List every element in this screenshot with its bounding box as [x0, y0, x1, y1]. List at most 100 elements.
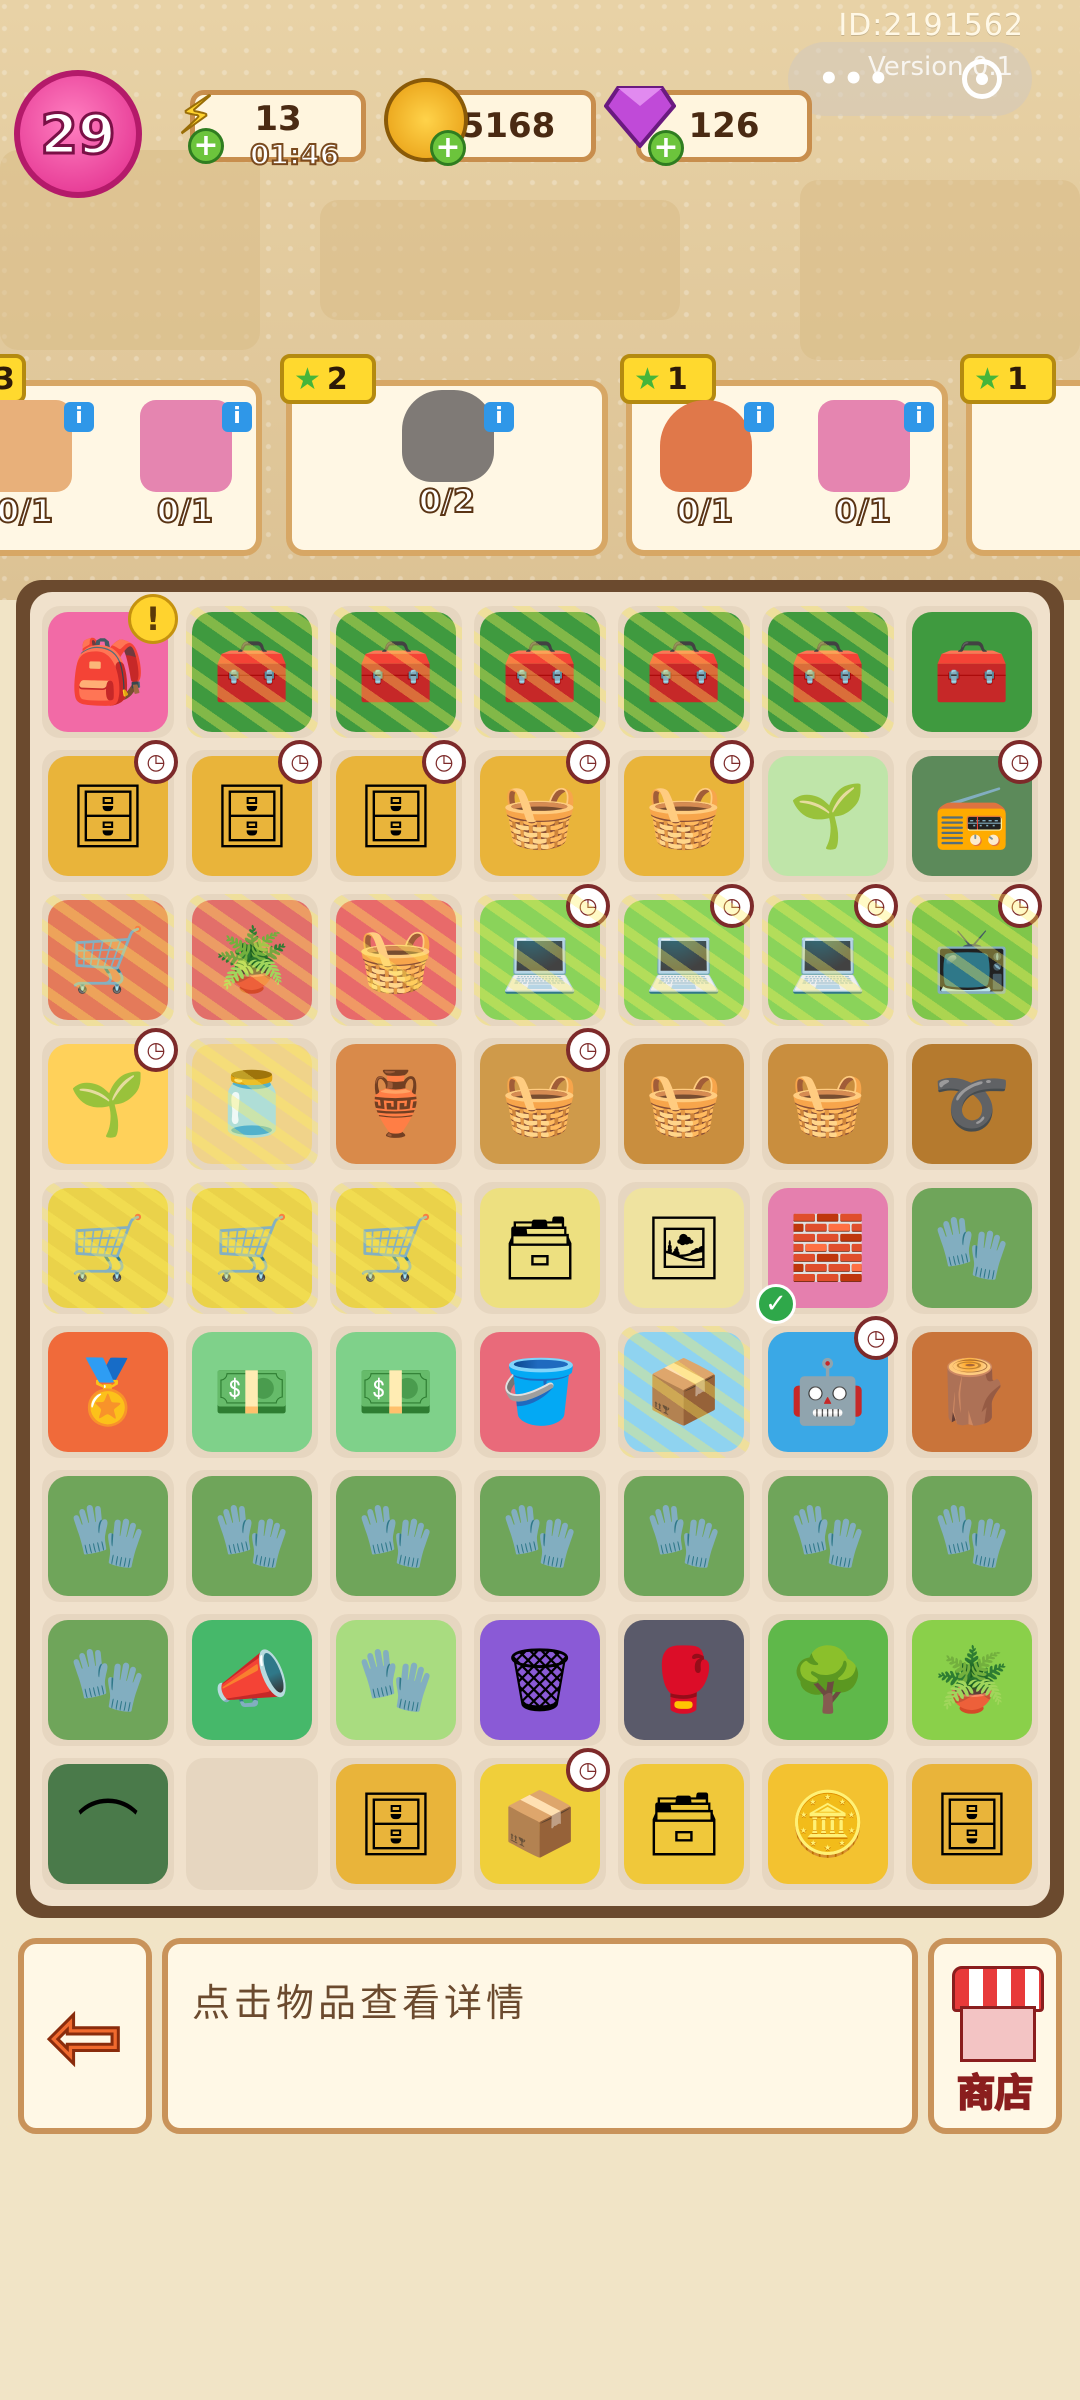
board-cell[interactable]: 🗄 ◷	[42, 740, 178, 882]
board-cell[interactable]: 🧺	[618, 1038, 750, 1170]
board-cell[interactable]: 🧺	[330, 894, 462, 1026]
board-cell[interactable]: 🛒	[186, 1182, 318, 1314]
board-cell[interactable]: 🧰	[906, 606, 1038, 738]
board-cell[interactable]: 🪴	[906, 1614, 1038, 1746]
garden-glove-icon[interactable]: 🧤	[912, 1188, 1032, 1308]
board-cell[interactable]: 🧤	[330, 1470, 462, 1602]
board-cell[interactable]: 🏺	[330, 1038, 462, 1170]
board-cell[interactable]: 🧤	[906, 1182, 1038, 1314]
light-glove-icon[interactable]: 🧤	[336, 1620, 456, 1740]
tool-basket-icon[interactable]: 🧺	[336, 900, 456, 1020]
board-cell[interactable]: 🧤	[186, 1470, 318, 1602]
board-cell[interactable]: 🧰	[474, 606, 606, 738]
garden-glove-icon[interactable]: 🧤	[48, 1476, 168, 1596]
garden-glove-icon[interactable]: 🧤	[336, 1476, 456, 1596]
board-cell[interactable]: 🗃	[474, 1182, 606, 1314]
board-cell[interactable]: ⌒	[42, 1758, 174, 1890]
board-cell[interactable]: 🧺 ◷	[474, 1028, 610, 1170]
board-cell[interactable]: 🧱 ✓	[756, 1182, 894, 1324]
board-cell[interactable]: 🤖 ◷	[762, 1316, 898, 1458]
board-cell[interactable]: 🪴	[186, 894, 318, 1026]
flower-pot-tools-icon[interactable]: 🪴	[192, 900, 312, 1020]
garden-glove-icon[interactable]: 🧤	[768, 1476, 888, 1596]
cash-stack-icon[interactable]: 💵	[336, 1332, 456, 1452]
board-cell[interactable]: 🧺 ◷	[618, 740, 754, 882]
tool-cart-icon[interactable]: 🛒	[192, 1188, 312, 1308]
board-cell[interactable]: 🖼	[618, 1182, 750, 1314]
board-cell[interactable]: 🧤	[474, 1470, 606, 1602]
add-energy-icon[interactable]: +	[188, 128, 224, 164]
board-cell[interactable]: 📺 ◷	[906, 884, 1042, 1026]
shop-button[interactable]: 商店	[928, 1938, 1062, 2134]
board-cell[interactable]: 🪵	[906, 1326, 1038, 1458]
yellow-drawer-icon[interactable]: 🗃	[624, 1764, 744, 1884]
empty-board-cell[interactable]	[186, 1758, 318, 1890]
board-cell[interactable]: 💵	[186, 1326, 318, 1458]
picture-frame-icon[interactable]: 🖼	[624, 1188, 744, 1308]
board-cell[interactable]: 🗄 ◷	[186, 740, 322, 882]
blue-box-icon[interactable]: 📦	[624, 1332, 744, 1452]
order-3-item-2[interactable]: 0/1	[808, 400, 918, 531]
board-cell[interactable]: 🛒	[42, 1182, 174, 1314]
laptop-icon[interactable]: 💻	[768, 900, 888, 1020]
board-cell[interactable]: 💻 ◷	[618, 884, 754, 1026]
board-cell[interactable]: 🗃	[618, 1758, 750, 1890]
add-gems-icon[interactable]: +	[648, 130, 684, 166]
tree-stump-icon[interactable]: 🪵	[912, 1332, 1032, 1452]
green-toolbox-icon[interactable]: 🧰	[480, 612, 600, 732]
board-cell[interactable]: 🧤	[42, 1470, 174, 1602]
green-toolbox-icon[interactable]: 🧰	[624, 612, 744, 732]
rope-coil-icon[interactable]: ➰	[912, 1044, 1032, 1164]
yellow-tray-icon[interactable]: 🗃	[480, 1188, 600, 1308]
board-cell[interactable]: 🌳	[762, 1614, 894, 1746]
green-toolbox-icon[interactable]: 🧰	[768, 612, 888, 732]
info-icon[interactable]: i	[904, 402, 934, 432]
tool-cart-icon[interactable]: 🛒	[336, 1188, 456, 1308]
cash-stack-icon[interactable]: 💵	[192, 1332, 312, 1452]
garden-glove-icon[interactable]: 🧤	[192, 1476, 312, 1596]
order-card-4[interactable]	[966, 380, 1080, 556]
board-cell[interactable]: 🧺	[762, 1038, 894, 1170]
board-cell[interactable]: 🧤	[42, 1614, 174, 1746]
board-cell[interactable]: 📣	[186, 1614, 318, 1746]
board-cell[interactable]: 🧰	[186, 606, 318, 738]
board-cell[interactable]: 📻 ◷	[906, 740, 1042, 882]
board-cell[interactable]: 🧤	[618, 1470, 750, 1602]
board-cell[interactable]: 🏅	[42, 1326, 174, 1458]
board-cell[interactable]: 🧰	[330, 606, 462, 738]
board-cell[interactable]: ➰	[906, 1038, 1038, 1170]
green-toolbox-icon[interactable]: 🧰	[912, 612, 1032, 732]
board-cell[interactable]: 🧤	[906, 1470, 1038, 1602]
garden-glove-icon[interactable]: 🧤	[480, 1476, 600, 1596]
board-cell[interactable]: 🌱	[762, 750, 894, 882]
level-badge[interactable]: 29	[14, 70, 142, 198]
wicker-basket-icon[interactable]: 🧺	[768, 1044, 888, 1164]
board-cell[interactable]: 🛒	[42, 894, 174, 1026]
board-cell[interactable]: 🥊	[618, 1614, 750, 1746]
drawer-cabinet-icon[interactable]: 🗄	[336, 1764, 456, 1884]
tool-cart-icon[interactable]: 🛒	[48, 1188, 168, 1308]
green-toolbox-icon[interactable]: 🧰	[336, 612, 456, 732]
board-cell[interactable]: 🫙	[186, 1038, 318, 1170]
exit-button[interactable]: ⇦	[18, 1938, 152, 2134]
board-cell[interactable]: 🧰	[762, 606, 894, 738]
board-cell[interactable]: 💻 ◷	[474, 884, 610, 1026]
board-cell[interactable]: 💵	[330, 1326, 462, 1458]
board-cell[interactable]: 🗑	[474, 1614, 606, 1746]
medal-badge-icon[interactable]: 🏅	[48, 1332, 168, 1452]
glass-jar-icon[interactable]: 🫙	[192, 1044, 312, 1164]
seed-packet-icon[interactable]: 🌱	[768, 756, 888, 876]
garden-glove-icon[interactable]: 🧤	[48, 1620, 168, 1740]
board-cell[interactable]: 💻 ◷	[762, 884, 898, 1026]
info-icon[interactable]: i	[64, 402, 94, 432]
small-drawers-icon[interactable]: 🗄	[912, 1764, 1032, 1884]
board-cell[interactable]: 🪣	[474, 1326, 606, 1458]
wheelbarrow-icon[interactable]: 🛒	[48, 900, 168, 1020]
board-cell[interactable]: 🧺 ◷	[474, 740, 610, 882]
board-cell[interactable]: 🧰	[618, 606, 750, 738]
green-tv-icon[interactable]: 📺	[912, 900, 1032, 1020]
board-cell[interactable]: 🗄	[330, 1758, 462, 1890]
wicker-basket-icon[interactable]: 🧺	[624, 1044, 744, 1164]
add-coins-icon[interactable]: +	[430, 130, 466, 166]
megaphone-icon[interactable]: 📣	[192, 1620, 312, 1740]
